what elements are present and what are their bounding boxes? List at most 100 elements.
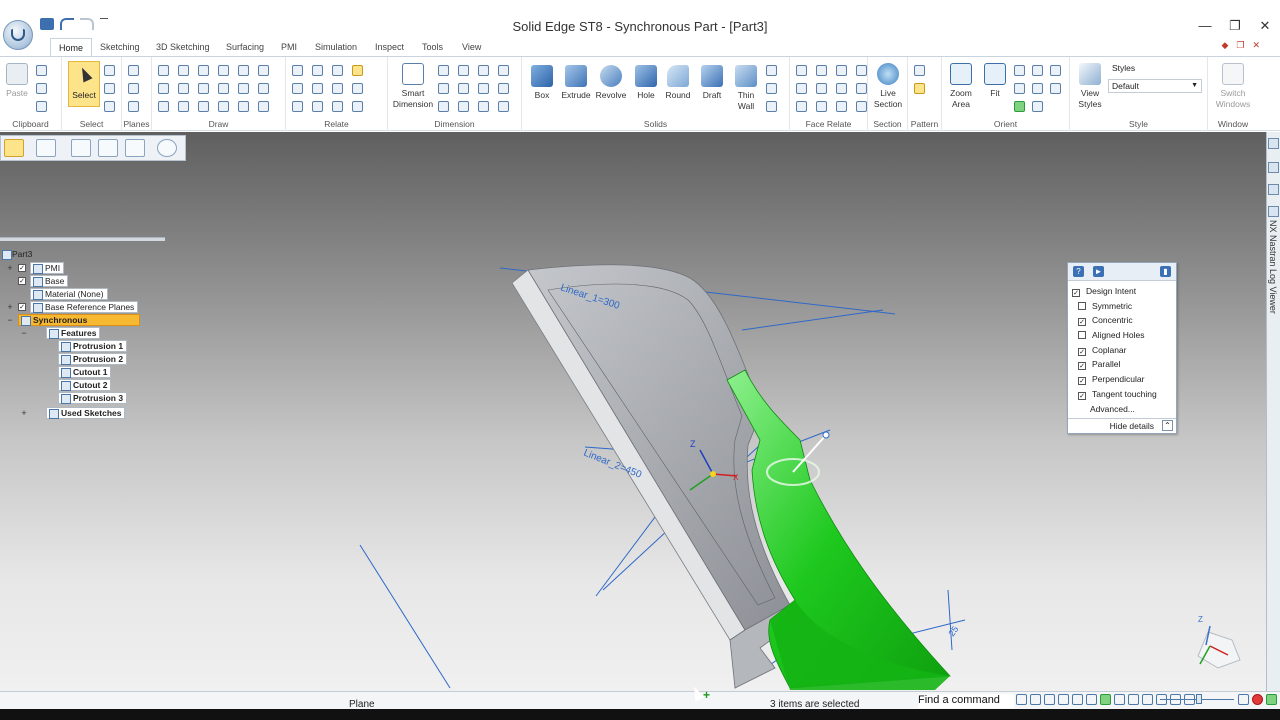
face-aligned-icon[interactable] (836, 83, 847, 94)
relate-more-icon[interactable] (352, 101, 363, 112)
application-menu-button[interactable] (3, 20, 33, 50)
zoom-area-status-icon[interactable] (1058, 694, 1069, 705)
aligned-holes-checkbox[interactable] (1078, 331, 1086, 339)
option-aligned-holes[interactable]: Aligned Holes (1078, 329, 1144, 341)
offset-icon[interactable] (238, 65, 249, 76)
option-parallel[interactable]: ✓ Parallel (1078, 358, 1120, 370)
cut-icon[interactable] (36, 65, 47, 76)
styles-dropdown[interactable]: Default ▼ (1108, 79, 1202, 93)
box-button[interactable]: Box (528, 65, 556, 101)
ellipse-icon[interactable] (178, 101, 189, 112)
play-icon[interactable]: ► (1093, 266, 1104, 277)
fillet-icon[interactable] (218, 65, 229, 76)
lock-icon[interactable] (352, 65, 363, 76)
tab-3d-sketching[interactable]: 3D Sketching (148, 38, 218, 56)
symmetric-dim-icon[interactable] (478, 83, 489, 94)
sketch-view-icon[interactable] (1014, 101, 1025, 112)
zoom-status-icon[interactable] (1044, 694, 1055, 705)
angle-icon[interactable] (458, 65, 469, 76)
switch-windows-button[interactable]: Switch Windows (1212, 63, 1254, 110)
dock-icon-2[interactable] (1268, 162, 1279, 173)
pin-icon[interactable]: ▮ (1160, 266, 1171, 277)
zoom-icon[interactable] (1014, 65, 1025, 76)
advanced-link[interactable]: Advanced... (1090, 403, 1135, 415)
tab-simulation[interactable]: Simulation (307, 38, 365, 56)
plane-icon[interactable] (128, 65, 139, 76)
rigid-icon[interactable] (332, 101, 343, 112)
nastran-log-tab[interactable]: NX Nastran Log Viewer (1268, 220, 1278, 314)
trim-icon[interactable] (258, 65, 269, 76)
dock-icon-3[interactable] (1268, 184, 1279, 195)
maximize-button[interactable]: ❐ (1220, 16, 1250, 36)
dim-style-icon[interactable] (498, 65, 509, 76)
zoom-in-icon[interactable] (1238, 694, 1249, 705)
face-perpendicular-icon[interactable] (796, 83, 807, 94)
help-icon[interactable]: ? (1073, 266, 1084, 277)
tab-view[interactable]: View (454, 38, 489, 56)
live-section-button[interactable]: Live Section (872, 63, 904, 110)
fit-button[interactable]: Fit (982, 63, 1008, 99)
face-tangent-icon[interactable] (856, 65, 867, 76)
select-button[interactable]: Select (68, 61, 100, 107)
dimension-small[interactable]: 25 (946, 624, 960, 638)
view-styles-button[interactable]: View Styles (1074, 63, 1106, 110)
sketch-plane-button[interactable] (36, 139, 56, 157)
extend-icon[interactable] (218, 83, 229, 94)
collinear-icon[interactable] (312, 101, 323, 112)
minimize-button[interactable]: — (1190, 16, 1220, 36)
pan-icon[interactable] (1032, 65, 1043, 76)
plane-offset-icon[interactable] (128, 83, 139, 94)
tab-sketching[interactable]: Sketching (92, 38, 148, 56)
arc-tangent-icon[interactable] (198, 83, 209, 94)
add-body-icon[interactable] (766, 65, 777, 76)
distance-icon[interactable] (438, 65, 449, 76)
view-cube[interactable]: Z (1197, 615, 1241, 669)
planes-checkbox[interactable]: ✓ (18, 303, 26, 311)
display-status-icon[interactable] (1142, 694, 1153, 705)
concentric-icon[interactable] (332, 65, 343, 76)
annotation-icon[interactable] (478, 101, 489, 112)
horizontal-icon[interactable] (332, 83, 343, 94)
tab-inspect[interactable]: Inspect (367, 38, 412, 56)
hide-details-button[interactable]: Hide details ⌃ (1068, 418, 1176, 433)
face-lock-icon[interactable] (856, 101, 867, 112)
mirror-body-icon[interactable] (766, 83, 777, 94)
revolve-button[interactable]: Revolve (594, 65, 628, 101)
shade-status-icon[interactable] (1128, 694, 1139, 705)
face-ground-icon[interactable] (816, 101, 827, 112)
copy-icon[interactable] (36, 83, 47, 94)
tab-pmi[interactable]: PMI (273, 38, 305, 56)
base-checkbox[interactable]: ✓ (18, 277, 26, 285)
line-icon[interactable] (158, 65, 169, 76)
symmetric-checkbox[interactable] (1078, 302, 1086, 310)
sync-icon[interactable] (1266, 694, 1277, 705)
pmi-checkbox[interactable]: ✓ (18, 264, 26, 272)
connect-icon[interactable] (292, 65, 303, 76)
pattern-circ-icon[interactable] (914, 83, 925, 94)
face-coplanar-icon[interactable] (796, 65, 807, 76)
rotate-icon[interactable] (258, 83, 269, 94)
perpendicular-icon[interactable] (292, 83, 303, 94)
extrude-button[interactable]: Extrude (560, 65, 592, 101)
tangent-icon[interactable] (292, 101, 303, 112)
diameter-icon[interactable] (458, 101, 469, 112)
table-icon[interactable] (498, 101, 509, 112)
rotate-view-icon[interactable] (1050, 65, 1061, 76)
angular-icon[interactable] (458, 83, 469, 94)
dock-icon-1[interactable] (1268, 138, 1279, 149)
face-offset-icon[interactable] (856, 83, 867, 94)
face-parallel-icon[interactable] (836, 65, 847, 76)
perpendicular-checkbox[interactable]: ✓ (1078, 377, 1086, 385)
copy-view-button[interactable] (71, 139, 91, 157)
find-command-input[interactable]: Find a command (918, 694, 1014, 708)
scale-icon[interactable] (238, 101, 249, 112)
close-button[interactable]: ✕ (1250, 16, 1280, 36)
dock-icon-4[interactable] (1268, 206, 1279, 217)
arc-icon[interactable] (178, 65, 189, 76)
circle-icon[interactable] (158, 101, 169, 112)
spin-icon[interactable] (1014, 83, 1025, 94)
fit-status-icon[interactable] (1030, 694, 1041, 705)
option-tangent-touching[interactable]: ✓ Tangent touching (1078, 388, 1157, 400)
pathfinder-splitter[interactable] (0, 237, 165, 241)
option-perpendicular[interactable]: ✓ Perpendicular (1078, 373, 1144, 385)
